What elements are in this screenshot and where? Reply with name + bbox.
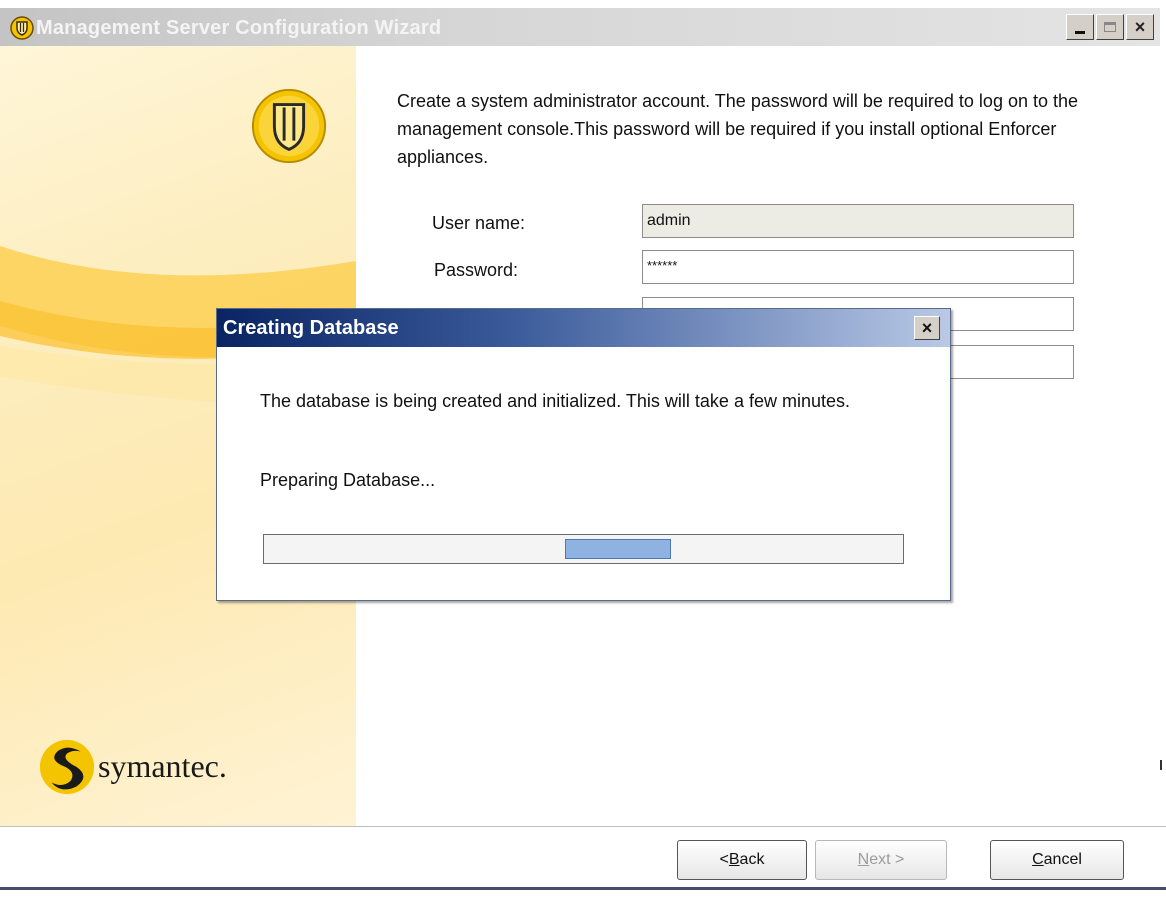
progress-bar — [263, 534, 904, 564]
intro-text: Create a system administrator account. T… — [397, 91, 1079, 167]
symantec-brand-icon — [39, 739, 95, 795]
password-label: Password: — [434, 260, 519, 280]
close-button[interactable]: × — [1126, 14, 1154, 40]
maximize-icon — [1104, 22, 1116, 32]
username-field[interactable]: admin — [642, 204, 1074, 238]
username-label: User name: — [432, 213, 526, 233]
creating-database-dialog: Creating Database × The database is bein… — [216, 308, 951, 601]
minimize-button[interactable] — [1066, 14, 1094, 40]
brand-name: symantec. — [98, 748, 227, 784]
next-button[interactable]: Next > — [815, 840, 947, 880]
window-controls: × — [1066, 14, 1154, 40]
window-edge-fragment — [1160, 760, 1162, 770]
cancel-button[interactable]: Cancel — [990, 840, 1124, 880]
window-titlebar[interactable]: Management Server Configuration Wizard × — [0, 8, 1160, 46]
dialog-titlebar[interactable]: Creating Database × — [217, 309, 950, 347]
close-icon: × — [921, 317, 933, 338]
progress-marquee — [565, 539, 671, 559]
symantec-shield-icon — [10, 16, 34, 40]
footer-divider — [0, 826, 1166, 827]
minimize-icon — [1075, 30, 1085, 34]
dialog-status: Preparing Database... — [260, 470, 436, 490]
dialog-title: Creating Database — [223, 317, 399, 339]
back-button[interactable]: < Back — [677, 840, 807, 880]
password-field[interactable]: ****** — [642, 250, 1074, 284]
close-icon: × — [1134, 16, 1146, 37]
window-title: Management Server Configuration Wizard — [36, 17, 442, 39]
dialog-close-button[interactable]: × — [914, 316, 940, 340]
symantec-logo-icon — [251, 88, 327, 164]
maximize-button[interactable] — [1096, 14, 1124, 40]
dialog-message: The database is being created and initia… — [260, 391, 850, 411]
